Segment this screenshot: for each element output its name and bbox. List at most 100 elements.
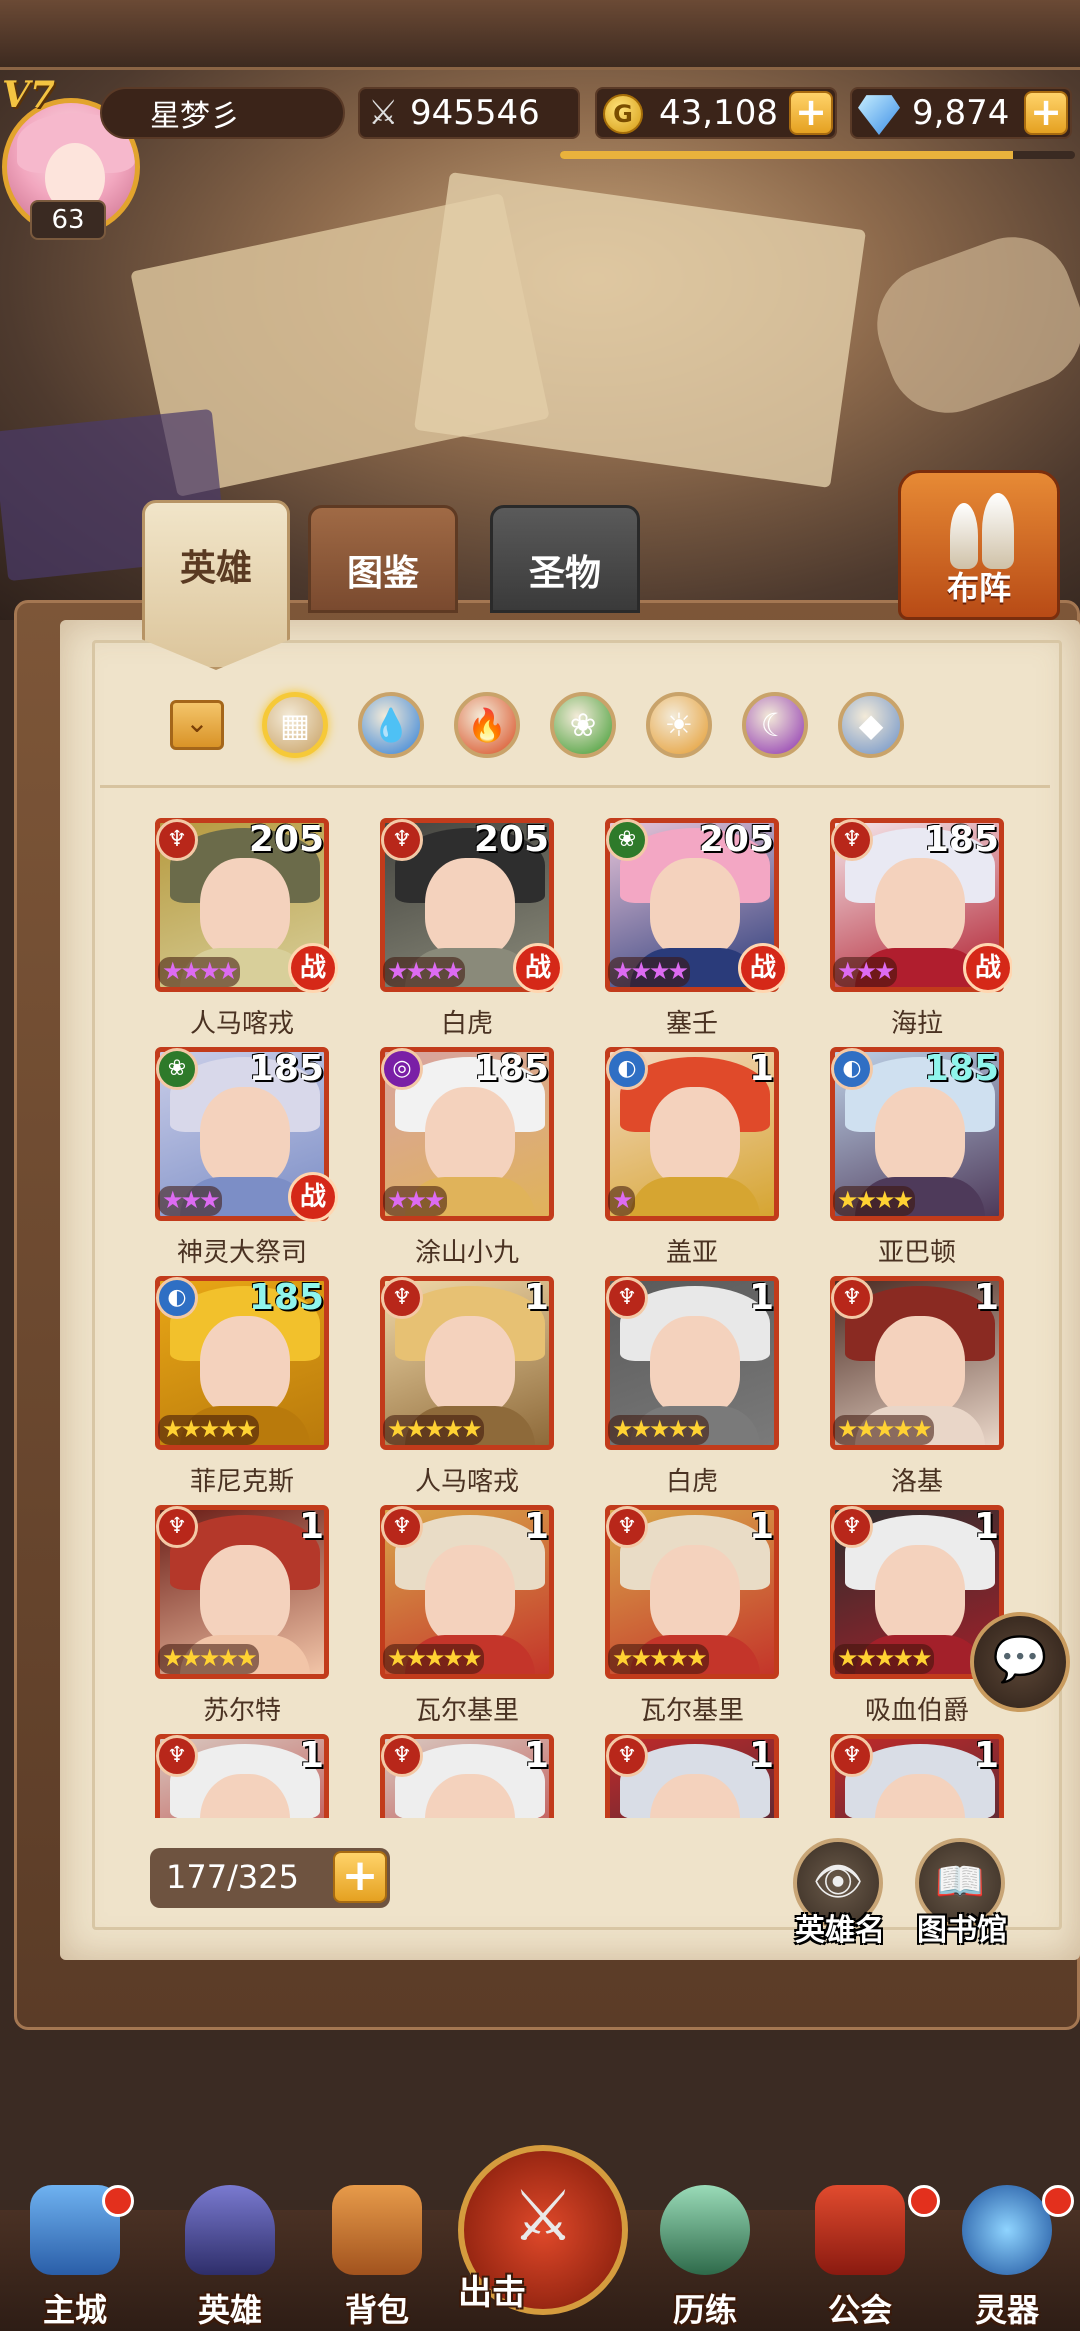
- in-battle-badge: 战: [738, 943, 788, 993]
- diamond-icon: [858, 95, 900, 135]
- chess-pieces-icon: [946, 493, 1018, 573]
- hero-name: 吸血伯爵: [864, 1696, 969, 1726]
- hero-card[interactable]: ♆ 1 ★★★★★ 人马喀戎: [377, 1273, 557, 1503]
- hero-stars: ★: [608, 1186, 635, 1216]
- guild-banner-icon: [815, 2185, 905, 2275]
- add-gems-button[interactable]: +: [1024, 91, 1068, 135]
- nav-sortie-label: 出击: [458, 2273, 526, 2313]
- hero-card[interactable]: ♆ 1 ★★★★★ 白虎: [602, 1273, 782, 1503]
- hero-level: 205: [698, 819, 774, 860]
- hero-card[interactable]: ♆ 1 ★★★★★ 苏尔特: [152, 1502, 332, 1732]
- hero-card[interactable]: ♆ 205 ★★★★ 战人马喀戎: [152, 815, 338, 1045]
- library-label: 图书馆: [917, 1913, 1007, 1948]
- hero-stars: ★★★★★: [383, 1644, 484, 1674]
- hero-name: 白虎: [440, 1009, 493, 1039]
- fire-faction-icon: ♆: [381, 819, 423, 861]
- hero-card[interactable]: ◎ 185 ★★★ 涂山小九: [377, 1044, 557, 1274]
- hero-stars: ★★★: [158, 1186, 222, 1216]
- hero-name: 人马喀戎: [414, 1467, 519, 1497]
- gem-pill: 9,874 +: [850, 87, 1072, 139]
- nav-backpack-label: 背包: [344, 2291, 409, 2329]
- filter-water-button[interactable]: 💧: [358, 692, 424, 758]
- hero-name: 瓦尔基里: [414, 1696, 519, 1726]
- hero-name: 菲尼克斯: [189, 1467, 294, 1497]
- hero-name: 瓦尔基里: [639, 1696, 744, 1726]
- nature-faction-icon: ❀: [606, 819, 648, 861]
- hero-card[interactable]: ♆ 1: [827, 1731, 1007, 1818]
- hero-card[interactable]: ♆ 1: [602, 1731, 782, 1818]
- hero-card[interactable]: ♆ 185 ★★★ 战海拉: [827, 815, 1012, 1045]
- open-book-icon: 📖: [935, 1859, 985, 1905]
- hero-card[interactable]: ◐ 185 ★★★★★ 菲尼克斯: [152, 1273, 332, 1503]
- hero-name: 涂山小九: [414, 1238, 519, 1268]
- all-element-icon: ▦: [279, 706, 311, 744]
- hero-level: 185: [923, 1048, 999, 1089]
- fire-faction-icon: ♆: [381, 1277, 423, 1319]
- hero-level: 185: [248, 1048, 324, 1089]
- nature-faction-icon: ❀: [156, 1048, 198, 1090]
- nav-artifact-label: 灵器: [974, 2291, 1039, 2329]
- nav-guild[interactable]: 公会: [795, 2175, 925, 2331]
- fire-faction-icon: ♆: [831, 819, 873, 861]
- tab-relics[interactable]: 圣物: [490, 505, 640, 613]
- mech-element-icon: ◆: [858, 706, 884, 744]
- top-frame: [0, 0, 1080, 70]
- hero-level: 1: [298, 1506, 324, 1547]
- filter-all-button[interactable]: ▦: [262, 692, 328, 758]
- nav-sortie[interactable]: ⚔ 出击: [458, 2145, 628, 2331]
- in-battle-badge: 战: [288, 943, 338, 993]
- hero-level: 1: [973, 1735, 999, 1776]
- add-gold-button[interactable]: +: [789, 91, 833, 135]
- filter-dark-button[interactable]: ☾: [742, 692, 808, 758]
- hero-name: 塞壬: [665, 1009, 718, 1039]
- fire-faction-icon: ♆: [831, 1277, 873, 1319]
- sort-dropdown-button[interactable]: ⌄: [170, 700, 224, 750]
- hero-card[interactable]: ❀ 205 ★★★★ 战塞壬: [602, 815, 788, 1045]
- hero-stars: ★★★★: [158, 957, 241, 987]
- eye-icon: 👁: [812, 1859, 864, 1905]
- fire-faction-icon: ♆: [831, 1735, 873, 1777]
- hero-card[interactable]: ♆ 1: [377, 1731, 557, 1818]
- nav-heroes[interactable]: 英雄: [165, 2175, 295, 2331]
- filter-light-button[interactable]: ☀: [646, 692, 712, 758]
- hero-grid: ♆ 205 ★★★★ 战人马喀戎 ♆ 205 ★★★★ 战白虎 ❀ 205 ★★★★ 战塞壬 ♆ 185 ★…: [152, 815, 1012, 1818]
- gem-value: 9,874: [912, 93, 1010, 133]
- hero-level: 1: [748, 1048, 774, 1089]
- crystal-orb-icon: [660, 2185, 750, 2275]
- notification-dot: [908, 2185, 940, 2217]
- nav-backpack[interactable]: 背包: [312, 2175, 442, 2331]
- tab-codex[interactable]: 图鉴: [308, 505, 458, 613]
- hero-stars: ★★★★★: [158, 1415, 259, 1445]
- in-battle-badge: 战: [513, 943, 563, 993]
- nav-main-city-label: 主城: [42, 2291, 107, 2329]
- hero-card[interactable]: ♆ 1 ★★★★★ 瓦尔基里: [377, 1502, 557, 1732]
- filter-mech-button[interactable]: ◆: [838, 692, 904, 758]
- hero-level: 185: [923, 819, 999, 860]
- hero-card[interactable]: ♆ 205 ★★★★ 战白虎: [377, 815, 563, 1045]
- hero-stars: ★★★★: [833, 1186, 916, 1216]
- fire-faction-icon: ♆: [606, 1506, 648, 1548]
- gold-pill: G 43,108 +: [595, 87, 837, 139]
- hero-card[interactable]: ◐ 1 ★ 盖亚: [602, 1044, 782, 1274]
- hero-card[interactable]: ♆ 1: [152, 1731, 332, 1818]
- chat-button[interactable]: 💬: [970, 1612, 1070, 1712]
- hero-card[interactable]: ♆ 1 ★★★★★ 瓦尔基里: [602, 1502, 782, 1732]
- hero-name: 亚巴顿: [877, 1238, 956, 1268]
- hero-stars: ★★★: [833, 957, 897, 987]
- hero-card[interactable]: ❀ 185 ★★★ 战神灵大祭司: [152, 1044, 338, 1274]
- hero-card[interactable]: ◐ 185 ★★★★ 亚巴顿: [827, 1044, 1007, 1274]
- nav-training[interactable]: 历练: [640, 2175, 770, 2331]
- notification-dot: [1042, 2185, 1074, 2217]
- combat-power-pill: ⚔ 945546: [358, 87, 580, 139]
- hero-level: 205: [473, 819, 549, 860]
- filter-nature-button[interactable]: ❀: [550, 692, 616, 758]
- fire-element-icon: 🔥: [467, 706, 507, 744]
- tab-heroes[interactable]: 英雄: [142, 500, 290, 670]
- hero-capacity: 177/325 +: [150, 1848, 390, 1908]
- hero-card[interactable]: ♆ 1 ★★★★★ 洛基: [827, 1273, 1007, 1503]
- expand-capacity-button[interactable]: +: [333, 1851, 387, 1903]
- filter-fire-button[interactable]: 🔥: [454, 692, 520, 758]
- formation-button[interactable]: 布阵: [898, 470, 1060, 620]
- experience-bar: [560, 151, 1075, 159]
- hero-card[interactable]: ♆ 1 ★★★★★ 吸血伯爵: [827, 1502, 1007, 1732]
